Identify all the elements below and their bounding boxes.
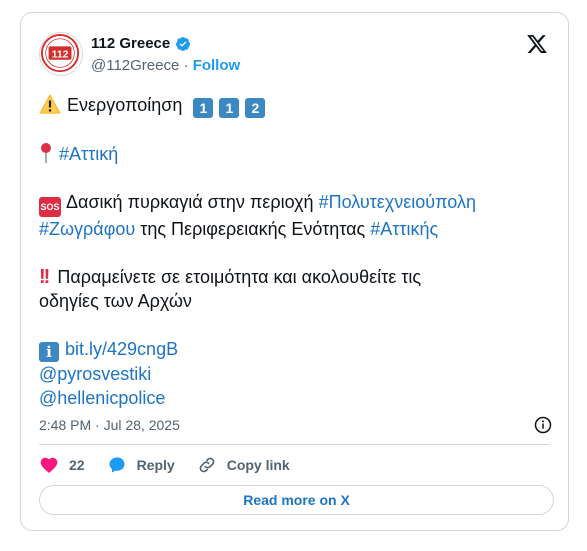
mention-hellenicpolice[interactable]: @hellenicpolice — [39, 386, 554, 410]
avatar-text: 112 — [52, 48, 69, 60]
alert-text-2: οδηγίες των Αρχών — [39, 291, 192, 311]
reply-label: Reply — [136, 457, 175, 473]
link-line: i bit.ly/429cngB — [39, 337, 554, 362]
location-line: #Αττική — [39, 142, 554, 166]
activation-text: Ενεργοποίηση — [67, 95, 183, 115]
alert-line-1: !! Παραμείνετε σε ετοιμότητα και ακολουθ… — [39, 265, 554, 289]
sos-icon: SOS — [39, 197, 61, 217]
action-bar: 22 Reply Copy link — [39, 455, 312, 475]
reply-button[interactable]: Reply — [107, 455, 175, 475]
avatar[interactable]: 112 — [39, 32, 83, 76]
activation-line: Ενεργοποίηση 1 1 2 — [39, 93, 554, 118]
fire-line-2: #Ζωγράφου της Περιφερειακής Ενότητας #Ατ… — [39, 217, 554, 241]
hashtag-zografou[interactable]: #Ζωγράφου — [39, 219, 135, 239]
author-handle[interactable]: @112Greece — [91, 57, 179, 74]
fire-text-2: της Περιφερειακής Ενότητας — [140, 219, 366, 239]
handle-separator: · — [183, 57, 189, 74]
warning-icon — [39, 94, 61, 114]
round-pushpin-icon — [41, 143, 51, 163]
meta-row: 2:48 PM · Jul 28, 2025 — [39, 416, 552, 434]
handle-row: @112Greece · Follow — [91, 57, 240, 74]
timestamp[interactable]: 2:48 PM · Jul 28, 2025 — [39, 417, 180, 433]
heart-icon — [40, 457, 58, 473]
x-logo-icon[interactable] — [526, 33, 548, 55]
fire-line-1: SOS Δασική πυρκαγιά στην περιοχή #Πολυτε… — [39, 190, 554, 217]
read-more-button[interactable]: Read more on X — [39, 485, 554, 515]
like-count: 22 — [69, 457, 85, 473]
reply-bubble-icon — [109, 457, 125, 473]
follow-link[interactable]: Follow — [193, 57, 241, 74]
link-icon — [199, 457, 215, 473]
info-circle-icon[interactable] — [534, 416, 552, 434]
mention-pyrosvestiki[interactable]: @pyrosvestiki — [39, 362, 554, 386]
keycap-digit: 2 — [245, 98, 266, 118]
keycap-digit: 1 — [219, 98, 240, 118]
divider — [39, 444, 550, 445]
author-name[interactable]: 112 Greece — [91, 35, 170, 52]
keycap-digit: 1 — [193, 98, 214, 118]
short-link[interactable]: bit.ly/429cngB — [65, 339, 178, 359]
hashtag-attikis[interactable]: #Αττικής — [370, 219, 438, 239]
112-logo-icon: 112 — [40, 33, 80, 73]
information-icon: i — [39, 342, 59, 362]
verified-badge-icon — [176, 36, 191, 51]
tweet-card: 112 112 Greece @112Greece · Follow Ενεργ… — [20, 12, 569, 531]
alert-text-1: Παραμείνετε σε ετοιμότητα και ακολουθείτ… — [57, 267, 422, 287]
hashtag-polytechneioupoli[interactable]: #Πολυτεχνειούπολη — [319, 192, 476, 212]
double-exclamation-icon: !! — [39, 266, 50, 288]
copy-link-button[interactable]: Copy link — [197, 455, 290, 475]
copy-link-label: Copy link — [226, 457, 290, 473]
hashtag-attica[interactable]: #Αττική — [59, 144, 118, 164]
like-button[interactable]: 22 — [39, 455, 85, 475]
tweet-text: Ενεργοποίηση 1 1 2 #Αττική SOS Δασική πυ… — [39, 93, 554, 410]
fire-text-1: Δασική πυρκαγιά στην περιοχή — [66, 192, 314, 212]
